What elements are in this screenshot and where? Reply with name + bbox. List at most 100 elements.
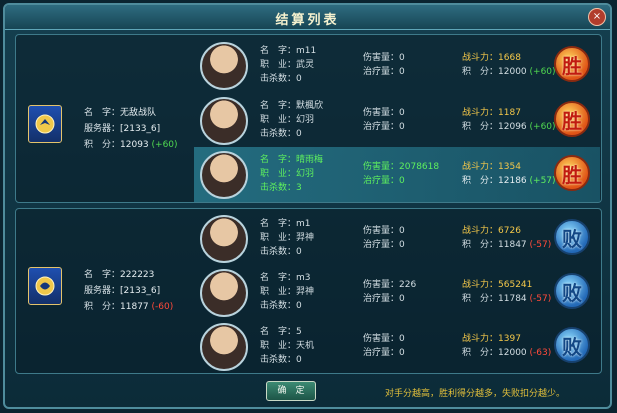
damage-label: 伤害量： (363, 162, 400, 172)
job-label: 职 业： (260, 115, 297, 125)
player-healing: 0 (399, 294, 405, 304)
player-damage: 0 (399, 53, 405, 63)
name-label: 名 字： (260, 273, 297, 283)
player-job: 羿神 (296, 233, 315, 243)
points-label: 积 分： (462, 67, 499, 77)
player-healing: 0 (399, 122, 405, 132)
name-label: 名 字： (260, 155, 297, 165)
name-label: 名 字： (260, 327, 297, 337)
player-healing: 0 (399, 176, 405, 186)
power-label: 战斗力： (462, 280, 499, 290)
player-job: 幻羽 (296, 169, 315, 179)
kills-label: 击杀数： (260, 247, 297, 257)
team-points-label: 积 分： (84, 140, 121, 150)
player-power: 1668 (498, 53, 521, 63)
player-points: 11847 (498, 240, 527, 250)
win-badge-icon: 胜 (554, 155, 590, 191)
player-healing: 0 (399, 240, 405, 250)
job-label: 职 业： (260, 233, 297, 243)
points-label: 积 分： (462, 294, 499, 304)
player-avatar (200, 323, 248, 371)
damage-label: 伤害量： (363, 226, 400, 236)
power-label: 战斗力： (462, 334, 499, 344)
healing-label: 治疗量： (363, 67, 400, 77)
win-badge-icon: 胜 (554, 46, 590, 82)
name-label: 名 字： (260, 101, 297, 111)
team-name-label: 名 字： (84, 270, 121, 280)
team-panel-loser: 名 字：222223 服务器：[2133_6] 积 分：11877 (-60) … (15, 208, 602, 374)
team-server: [2133_6] (120, 286, 161, 296)
player-damage: 0 (399, 334, 405, 344)
job-label: 职 业： (260, 60, 297, 70)
player-avatar (200, 269, 248, 317)
player-kills: 0 (296, 247, 302, 257)
points-label: 积 分： (462, 348, 499, 358)
kills-label: 击杀数： (260, 355, 297, 365)
player-healing: 0 (399, 348, 405, 358)
damage-label: 伤害量： (363, 108, 400, 118)
confirm-button[interactable]: 确 定 (266, 381, 316, 401)
damage-label: 伤害量： (363, 280, 400, 290)
team-server: [2133_6] (120, 124, 161, 134)
player-avatar (200, 42, 248, 90)
team-points: 11877 (120, 302, 149, 312)
points-label: 积 分： (462, 122, 499, 132)
close-button[interactable]: × (588, 8, 606, 26)
player-points-delta: (+57) (529, 176, 556, 186)
player-row: 名 字：m3 职 业：羿神 击杀数：0 伤害量：226 治疗量：0 战斗力：56… (194, 265, 600, 320)
player-row: 名 字：默楓欣 职 业：幻羽 击杀数：0 伤害量：0 治疗量：0 战斗力：118… (194, 93, 600, 148)
team-name-label: 名 字： (84, 108, 121, 118)
lose-badge-icon: 败 (554, 273, 590, 309)
player-points: 12096 (498, 122, 527, 132)
player-name: m3 (296, 273, 311, 283)
window-title: 结算列表 (275, 13, 340, 28)
player-power: 6726 (498, 226, 521, 236)
player-damage: 0 (399, 226, 405, 236)
team-flag-icon (28, 267, 62, 305)
team-points: 12093 (120, 140, 149, 150)
player-row: 名 字：5 职 业：天机 击杀数：0 伤害量：0 治疗量：0 战斗力：1397 … (194, 319, 600, 374)
power-label: 战斗力： (462, 108, 499, 118)
dragon-emblem-icon (35, 276, 55, 296)
job-label: 职 业： (260, 287, 297, 297)
healing-label: 治疗量： (363, 122, 400, 132)
player-row: 名 字：m1 职 业：羿神 击杀数：0 伤害量：0 治疗量：0 战斗力：6726… (194, 211, 600, 266)
player-kills: 0 (296, 301, 302, 311)
lose-badge-icon: 败 (554, 219, 590, 255)
kills-label: 击杀数： (260, 74, 297, 84)
team-points-delta: (+60) (151, 140, 178, 150)
player-name: m1 (296, 219, 311, 229)
scoring-tip: 对手分越高，胜利得分越多，失败扣分越少。 (385, 389, 566, 399)
player-kills: 3 (296, 183, 302, 193)
kills-label: 击杀数： (260, 183, 297, 193)
player-power: 1397 (498, 334, 521, 344)
player-damage: 2078618 (399, 162, 440, 172)
team-flag-icon (28, 105, 62, 143)
player-points-delta: (+60) (529, 122, 556, 132)
player-points: 12186 (498, 176, 527, 186)
points-label: 积 分： (462, 176, 499, 186)
damage-label: 伤害量： (363, 53, 400, 63)
player-healing: 0 (399, 67, 405, 77)
job-label: 职 业： (260, 169, 297, 179)
healing-label: 治疗量： (363, 176, 400, 186)
player-points-delta: (+60) (529, 67, 556, 77)
player-power: 1187 (498, 108, 521, 118)
player-name: 5 (296, 327, 302, 337)
player-avatar (200, 97, 248, 145)
healing-label: 治疗量： (363, 348, 400, 358)
player-points: 12000 (498, 348, 527, 358)
player-damage: 0 (399, 108, 405, 118)
player-power: 1354 (498, 162, 521, 172)
team-points-delta: (-60) (151, 302, 174, 312)
player-row: 名 字：m11 职 业：武灵 击杀数：0 伤害量：0 治疗量：0 战斗力：166… (194, 38, 600, 93)
player-points-delta: (-57) (529, 240, 552, 250)
team-points-label: 积 分： (84, 302, 121, 312)
points-label: 积 分： (462, 240, 499, 250)
player-power: 565241 (498, 280, 533, 290)
player-job: 天机 (296, 341, 315, 351)
job-label: 职 业： (260, 341, 297, 351)
player-points-delta: (-63) (529, 348, 552, 358)
name-label: 名 字： (260, 46, 297, 56)
player-damage: 226 (399, 280, 417, 290)
